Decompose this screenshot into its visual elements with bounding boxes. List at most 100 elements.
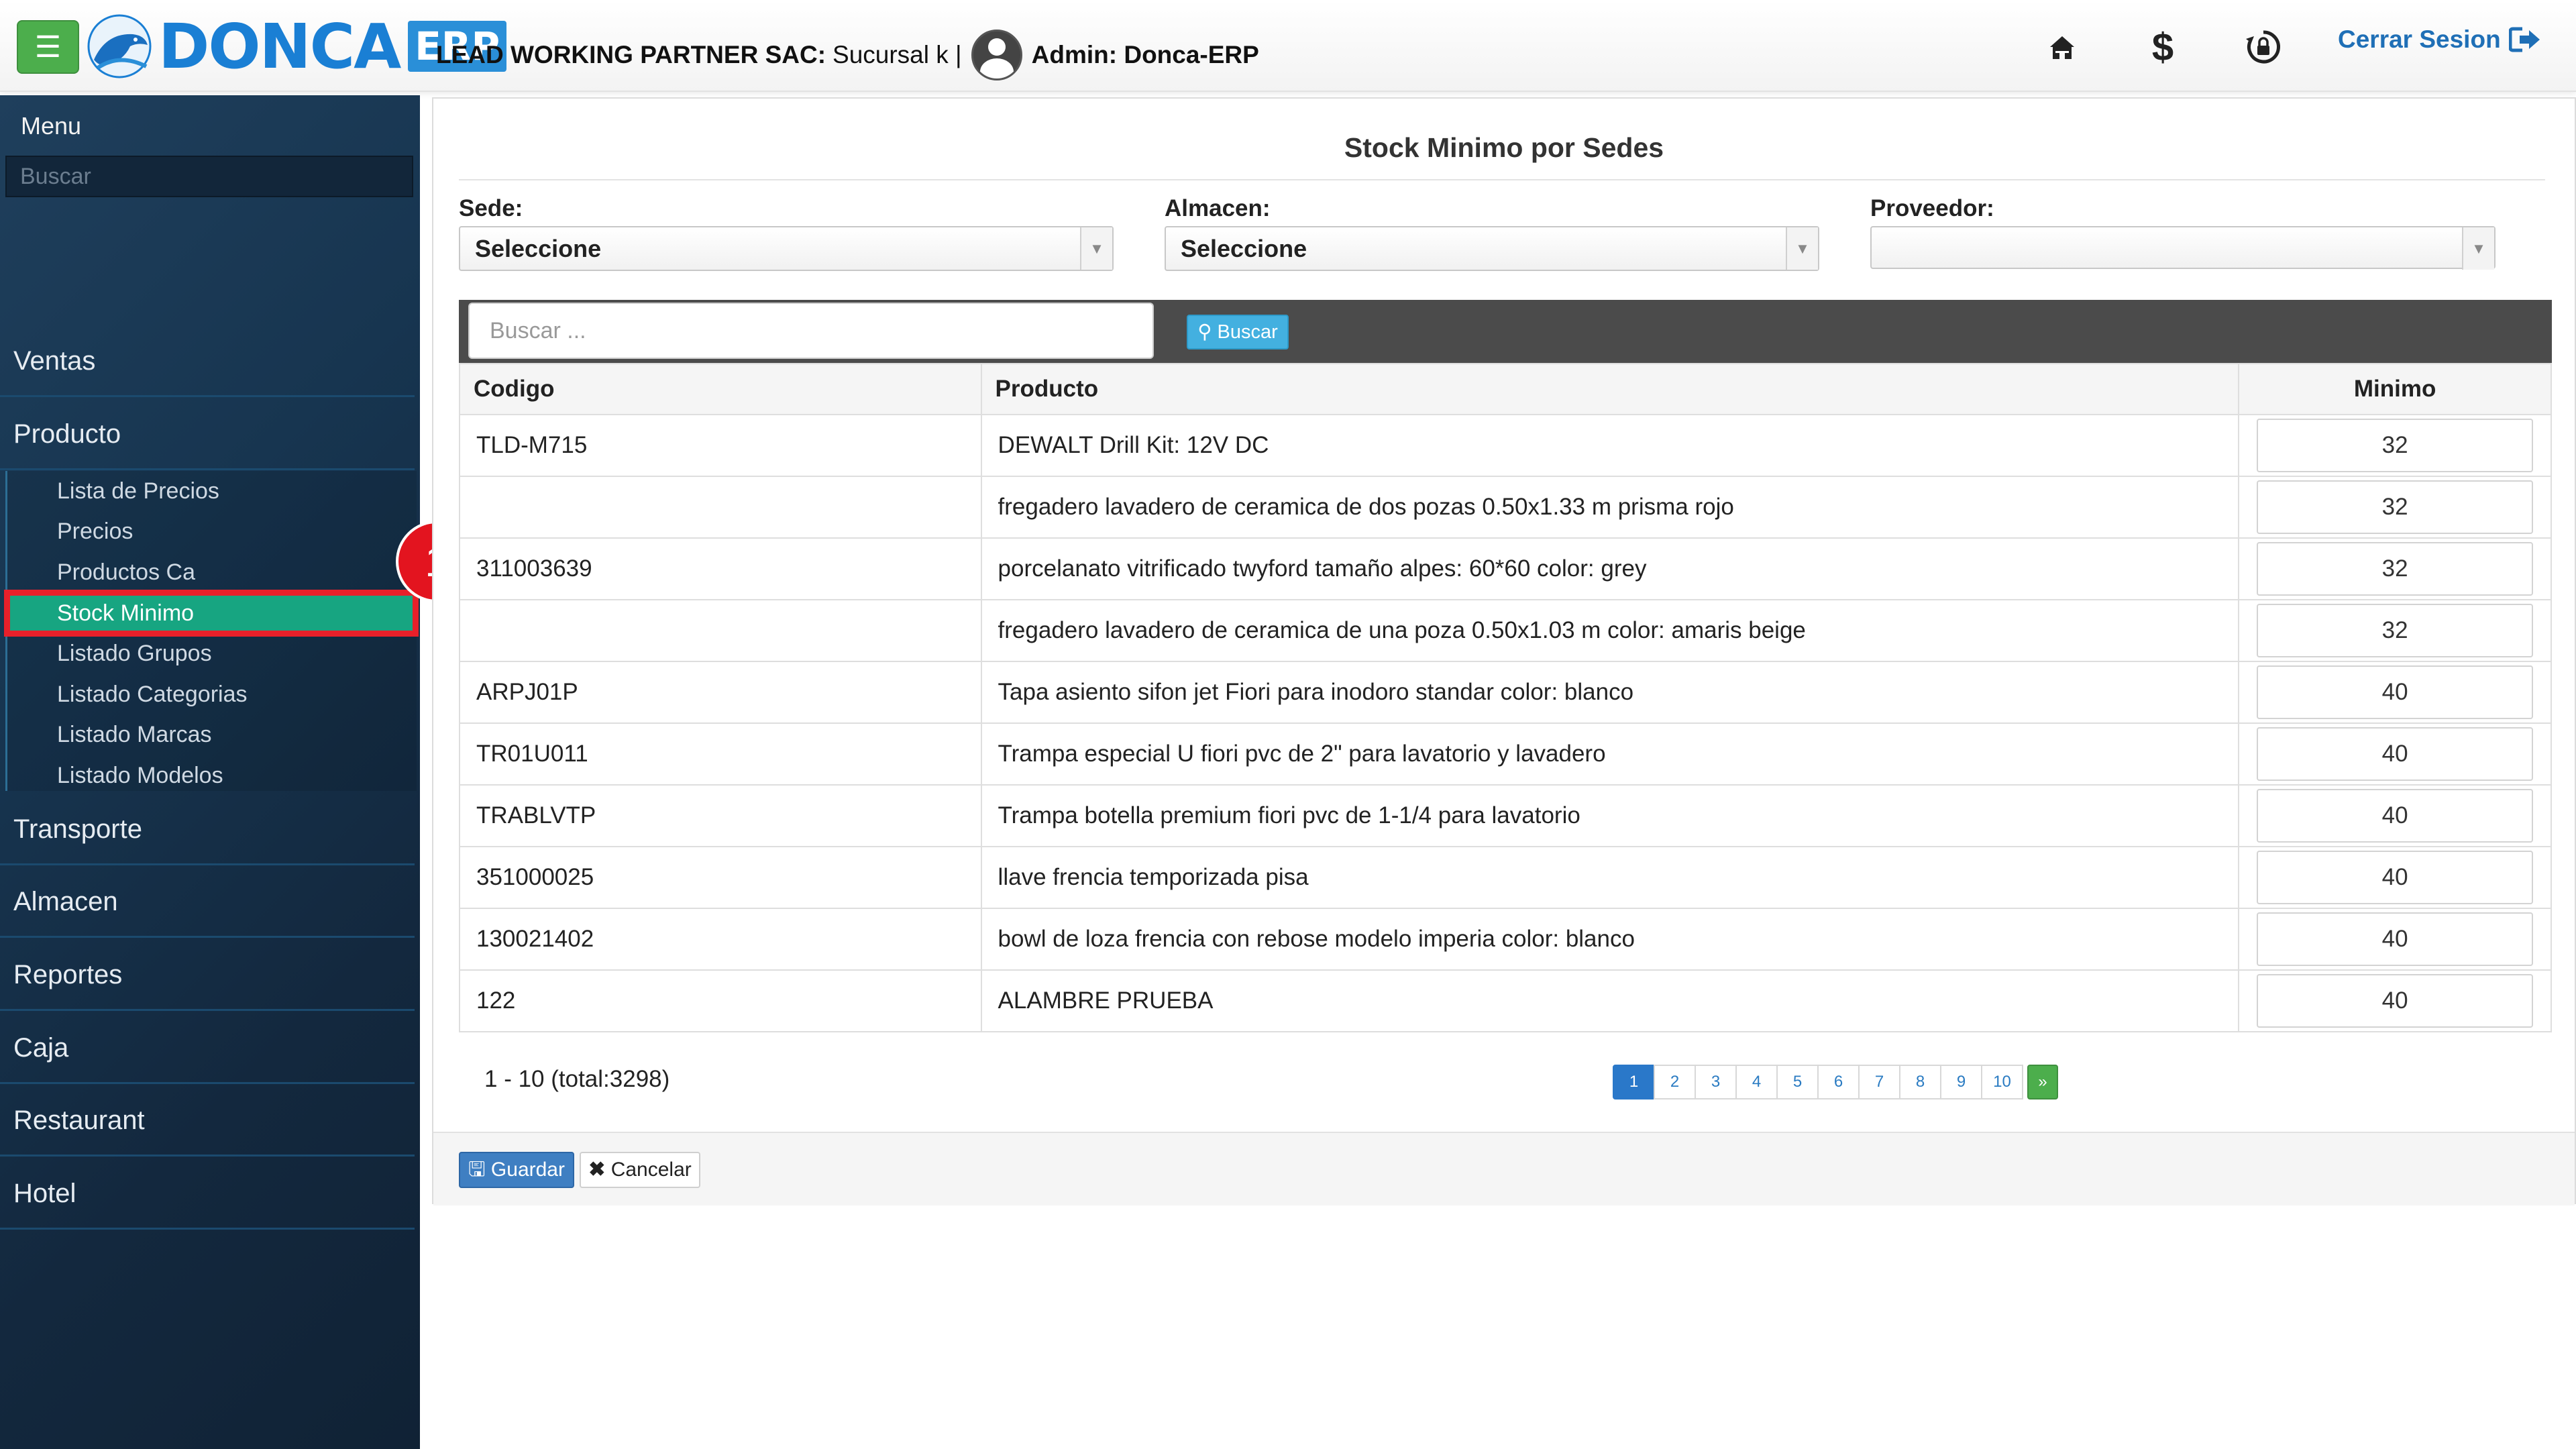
cell-codigo	[459, 476, 982, 539]
sidebar-item-hotel[interactable]: Hotel	[0, 1157, 415, 1230]
minimo-input[interactable]: 40	[2257, 789, 2533, 843]
table-row: ARPJ01P Tapa asiento sifon jet Fiori par…	[459, 661, 2552, 724]
minimo-input[interactable]: 40	[2257, 851, 2533, 904]
page-button-3[interactable]: 3	[1695, 1065, 1737, 1099]
save-icon: 🖫	[468, 1159, 486, 1181]
cell-minimo: 40	[2238, 846, 2552, 909]
proveedor-label: Proveedor:	[1870, 195, 1994, 221]
save-button-label: Guardar	[490, 1159, 565, 1181]
sidebar-search-input[interactable]: Buscar	[5, 156, 413, 197]
cell-codigo: 351000025	[459, 846, 982, 909]
page-button-9[interactable]: 9	[1940, 1065, 1982, 1099]
product-search-input[interactable]: Buscar ...	[468, 303, 1154, 359]
cancel-button[interactable]: ✖ Cancelar	[580, 1152, 700, 1188]
cell-codigo: 311003639	[459, 537, 982, 600]
search-icon: ⚲	[1197, 321, 1212, 343]
cell-producto: ALAMBRE PRUEBA	[980, 969, 2240, 1032]
table-row: fregadero lavadero de ceramica de dos po…	[459, 476, 2552, 539]
company-info: LEAD WORKING PARTNER SAC: Sucursal k | A…	[436, 30, 1259, 80]
cell-codigo: 122	[459, 969, 982, 1032]
chevron-down-icon: ▼	[1080, 227, 1112, 270]
table-row: 351000025 llave frencia temporizada pisa…	[459, 846, 2552, 909]
page-button-8[interactable]: 8	[1899, 1065, 1941, 1099]
save-button[interactable]: 🖫 Guardar	[459, 1152, 574, 1188]
chevron-down-icon: ▼	[2462, 227, 2494, 270]
page-button-10[interactable]: 10	[1981, 1065, 2023, 1099]
submenu-productos-ca[interactable]: Productos Ca	[7, 552, 415, 592]
minimo-input[interactable]: 40	[2257, 912, 2533, 966]
lock-refresh-icon	[2246, 30, 2280, 64]
cell-producto: llave frencia temporizada pisa	[980, 846, 2240, 909]
dolphin-logo-icon	[87, 14, 152, 78]
close-icon: ✖	[588, 1159, 606, 1181]
home-button[interactable]	[2035, 20, 2089, 74]
sidebar-item-restaurant[interactable]: Restaurant	[0, 1084, 415, 1157]
menu-toggle-button[interactable]: ☰	[17, 20, 79, 74]
search-bar: Buscar ... ⚲ Buscar	[459, 300, 2552, 363]
submenu-listado-modelos[interactable]: Listado Modelos	[7, 755, 415, 796]
cell-producto: fregadero lavadero de ceramica de una po…	[980, 599, 2240, 662]
minimo-input[interactable]: 40	[2257, 974, 2533, 1028]
submenu-stock-minimo[interactable]: Stock Minimo	[4, 590, 419, 637]
cell-minimo: 40	[2238, 908, 2552, 971]
page-button-2[interactable]: 2	[1654, 1065, 1696, 1099]
cell-minimo: 32	[2238, 414, 2552, 477]
sidebar-item-almacen[interactable]: Almacen	[0, 865, 415, 938]
sidebar-item-ventas[interactable]: Ventas	[0, 325, 415, 397]
submenu-precios[interactable]: Precios	[7, 511, 415, 551]
user-avatar-icon[interactable]	[971, 30, 1022, 80]
sidebar-item-producto[interactable]: Producto	[0, 398, 415, 470]
page-button-4[interactable]: 4	[1735, 1065, 1778, 1099]
minimo-input[interactable]: 32	[2257, 419, 2533, 472]
company-name: LEAD WORKING PARTNER SAC:	[436, 41, 826, 68]
cash-button[interactable]: $	[2136, 20, 2190, 74]
title-divider	[459, 179, 2545, 180]
logout-icon	[2508, 27, 2540, 52]
submenu-listado-grupos[interactable]: Listado Grupos	[7, 633, 415, 674]
minimo-input[interactable]: 40	[2257, 727, 2533, 781]
sidebar-item-reportes[interactable]: Reportes	[0, 938, 415, 1011]
column-header-producto[interactable]: Producto	[980, 363, 2240, 415]
sidebar-item-caja[interactable]: Caja	[0, 1012, 415, 1084]
submenu-lista-precios[interactable]: Lista de Precios	[7, 471, 415, 511]
sede-select[interactable]: Seleccione ▼	[459, 226, 1114, 271]
almacen-select[interactable]: Seleccione ▼	[1165, 226, 1819, 271]
submenu-listado-marcas[interactable]: Listado Marcas	[7, 714, 415, 755]
sidebar-item-transporte[interactable]: Transporte	[0, 793, 415, 865]
main-panel: Stock Minimo por Sedes Sede: Seleccione …	[432, 97, 2576, 1205]
minimo-input[interactable]: 32	[2257, 604, 2533, 657]
cell-producto: fregadero lavadero de ceramica de dos po…	[980, 476, 2240, 539]
table-row: TRABLVTP Trampa botella premium fiori pv…	[459, 784, 2552, 847]
cell-codigo: TR01U011	[459, 722, 982, 786]
search-button[interactable]: ⚲ Buscar	[1187, 315, 1289, 350]
admin-label: Admin: Donca-ERP	[1031, 41, 1259, 68]
cell-producto: Trampa especial U fiori pvc de 2" para l…	[980, 722, 2240, 786]
almacen-select-value: Seleccione	[1181, 235, 1307, 262]
producto-submenu: Lista de Precios Precios Productos Ca St…	[4, 471, 419, 791]
lock-button[interactable]	[2237, 20, 2290, 74]
proveedor-select[interactable]: ▼	[1870, 226, 2496, 270]
cell-codigo: 130021402	[459, 908, 982, 971]
minimo-input[interactable]: 40	[2257, 665, 2533, 719]
cell-minimo: 40	[2238, 784, 2552, 847]
next-page-button[interactable]: »	[2027, 1065, 2058, 1099]
page-button-6[interactable]: 6	[1817, 1065, 1860, 1099]
page-button-1[interactable]: 1	[1613, 1065, 1655, 1099]
column-header-minimo[interactable]: Minimo	[2238, 363, 2552, 415]
sede-select-value: Seleccione	[475, 235, 602, 262]
page-button-5[interactable]: 5	[1776, 1065, 1819, 1099]
page-button-7[interactable]: 7	[1858, 1065, 1900, 1099]
submenu-listado-categorias[interactable]: Listado Categorias	[7, 674, 415, 714]
dollar-icon: $	[2151, 25, 2174, 69]
table-row: TLD-M715 DEWALT Drill Kit: 12V DC 32	[459, 414, 2552, 477]
cell-minimo: 32	[2238, 476, 2552, 539]
top-bar: ☰ DONCA ERP LEAD WORKING PARTNER SAC: Su…	[0, 0, 2576, 92]
column-header-codigo[interactable]: Codigo	[459, 363, 982, 415]
minimo-input[interactable]: 32	[2257, 480, 2533, 534]
chevron-down-icon: ▼	[1786, 227, 1818, 270]
logout-button[interactable]: Cerrar Sesion	[2338, 25, 2541, 54]
cell-minimo: 32	[2238, 599, 2552, 662]
minimo-input[interactable]: 32	[2257, 542, 2533, 596]
cancel-button-label: Cancelar	[610, 1159, 692, 1181]
action-bar: 🖫 Guardar ✖ Cancelar	[433, 1132, 2575, 1205]
